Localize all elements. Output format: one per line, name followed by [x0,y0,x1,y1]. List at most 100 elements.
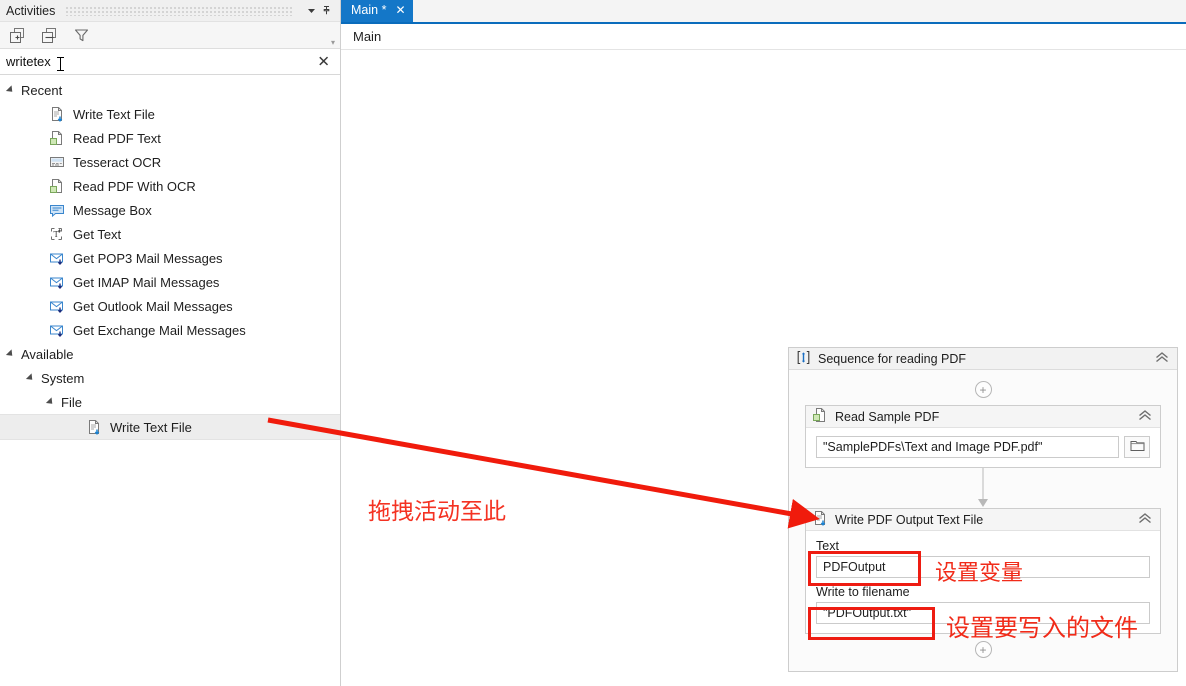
sequence-body: + Read Sample PDF "SamplePDFs\Text and I… [789,370,1177,671]
text-cursor-icon [56,56,64,71]
ocr-screen-icon [48,154,65,171]
expander-triangle-icon[interactable] [5,349,16,359]
list-item-label: Get Exchange Mail Messages [73,322,246,338]
list-item[interactable]: T Get Text [0,222,340,246]
filename-field-label: Write to filename [816,585,910,599]
sidebar-item-write-text-file[interactable]: Write Text File [0,414,340,440]
activities-toolbar: ▾ [0,22,340,49]
text-field-input[interactable]: PDFOutput [816,556,1150,578]
mail-download-icon [48,298,65,315]
list-item[interactable]: Read PDF With OCR [0,174,340,198]
collapse-chevron-icon[interactable] [1138,513,1152,526]
search-input[interactable]: writetex ✕ [0,49,340,75]
collapse-all-icon[interactable] [40,26,58,44]
expander-triangle-icon[interactable] [5,85,16,95]
tree-group-label: File [61,394,82,410]
list-item[interactable]: Tesseract OCR [0,150,340,174]
expander-triangle-icon[interactable] [25,373,36,383]
list-item-label: Message Box [73,202,152,218]
add-activity-bottom-button[interactable]: + [974,641,992,658]
document-write-icon [812,510,828,529]
list-item[interactable]: Get Exchange Mail Messages [0,318,340,342]
pin-icon[interactable] [319,3,334,18]
list-item-label: Get IMAP Mail Messages [73,274,220,290]
activities-tree: Recent Write Text File Read PDF Text Tes… [0,75,340,686]
document-write-icon [48,106,65,123]
get-text-icon: T [48,226,65,243]
tab-main[interactable]: Main * ✕ [341,0,413,22]
text-field-label: Text [816,539,839,553]
panel-drag-dots [65,5,294,16]
activity-body: Text PDFOutput Write to filename "PDFOut… [806,531,1160,633]
svg-text:T: T [53,230,59,239]
mail-download-icon [48,274,65,291]
document-read-icon [812,407,828,426]
list-item[interactable]: Get POP3 Mail Messages [0,246,340,270]
activity-body: "SamplePDFs\Text and Image PDF.pdf" [806,428,1160,467]
collapse-chevron-icon[interactable] [1155,352,1169,365]
panel-title: Activities [6,3,56,18]
pdf-path-row: "SamplePDFs\Text and Image PDF.pdf" [816,436,1150,458]
document-write-icon [85,419,102,436]
sequence-title: Sequence for reading PDF [818,351,967,366]
tree-group-label: Recent [21,82,63,98]
activity-header[interactable]: Write PDF Output Text File [806,509,1160,531]
list-item-label: Write Text File [73,106,155,122]
tree-group-system[interactable]: System [0,366,340,390]
toolbar-overflow-icon[interactable]: ▾ [331,39,335,47]
chevron-down-icon[interactable] [304,3,319,18]
expand-all-icon[interactable] [8,26,26,44]
tab-strip: Main * ✕ [341,0,1186,24]
search-input-value: writetex [6,54,51,69]
activity-title: Write PDF Output Text File [835,512,984,527]
activity-read-sample-pdf[interactable]: Read Sample PDF "SamplePDFs\Text and Ima… [805,405,1161,468]
sequence-container[interactable]: Sequence for reading PDF + Read Sample P… [788,347,1178,672]
activities-panel: Activities ▾ writetex ✕ Recent Write Tex… [0,0,341,686]
list-item-label: Get Text [73,226,122,242]
breadcrumb: Main [341,24,1186,50]
list-item[interactable]: Message Box [0,198,340,222]
message-box-icon [48,202,65,219]
add-activity-top-button[interactable]: + [974,381,992,398]
filter-icon[interactable] [72,26,90,44]
browse-button[interactable] [1124,436,1150,458]
breadcrumb-item[interactable]: Main [353,29,381,44]
list-item-label: Read PDF With OCR [73,178,196,194]
tab-label: Main * [351,3,387,17]
activity-header[interactable]: Read Sample PDF [806,406,1160,428]
tree-group-label: System [41,370,85,386]
tree-group-available[interactable]: Available [0,342,340,366]
close-icon[interactable]: ✕ [395,4,405,16]
list-item-label: Get Outlook Mail Messages [73,298,233,314]
list-item[interactable]: Write Text File [0,102,340,126]
list-item[interactable]: Read PDF Text [0,126,340,150]
tree-group-file[interactable]: File [0,390,340,414]
workflow-designer: Main * ✕ Main Sequence for reading PDF +… [341,0,1186,686]
list-item-label: Get POP3 Mail Messages [73,250,223,266]
document-read-icon [48,178,65,195]
sequence-icon [796,350,811,368]
activity-title: Read Sample PDF [835,409,940,424]
folder-icon [1130,439,1145,455]
activity-write-pdf-output[interactable]: Write PDF Output Text File Text PDFOutpu… [805,508,1161,634]
tree-group-label: Available [21,346,74,362]
design-canvas[interactable]: Sequence for reading PDF + Read Sample P… [341,50,1186,686]
sequence-header[interactable]: Sequence for reading PDF [789,348,1177,370]
mail-download-icon [48,250,65,267]
list-item[interactable]: Get Outlook Mail Messages [0,294,340,318]
filename-field-input[interactable]: "PDFOutput.txt" [816,602,1150,624]
pdf-path-input[interactable]: "SamplePDFs\Text and Image PDF.pdf" [816,436,1119,458]
list-item[interactable]: Get IMAP Mail Messages [0,270,340,294]
sequence-connector [977,468,989,508]
expander-triangle-icon[interactable] [45,397,56,407]
document-read-icon [48,130,65,147]
application-window: Activities ▾ writetex ✕ Recent Write Tex… [0,0,1186,686]
collapse-chevron-icon[interactable] [1138,410,1152,423]
clear-search-icon[interactable]: ✕ [317,54,330,69]
list-item-label: Read PDF Text [73,130,161,146]
sidebar-item-label: Write Text File [110,419,192,435]
mail-download-icon [48,322,65,339]
list-item-label: Tesseract OCR [73,154,162,170]
tree-group-recent[interactable]: Recent [0,78,340,102]
activities-panel-header: Activities [0,0,340,22]
